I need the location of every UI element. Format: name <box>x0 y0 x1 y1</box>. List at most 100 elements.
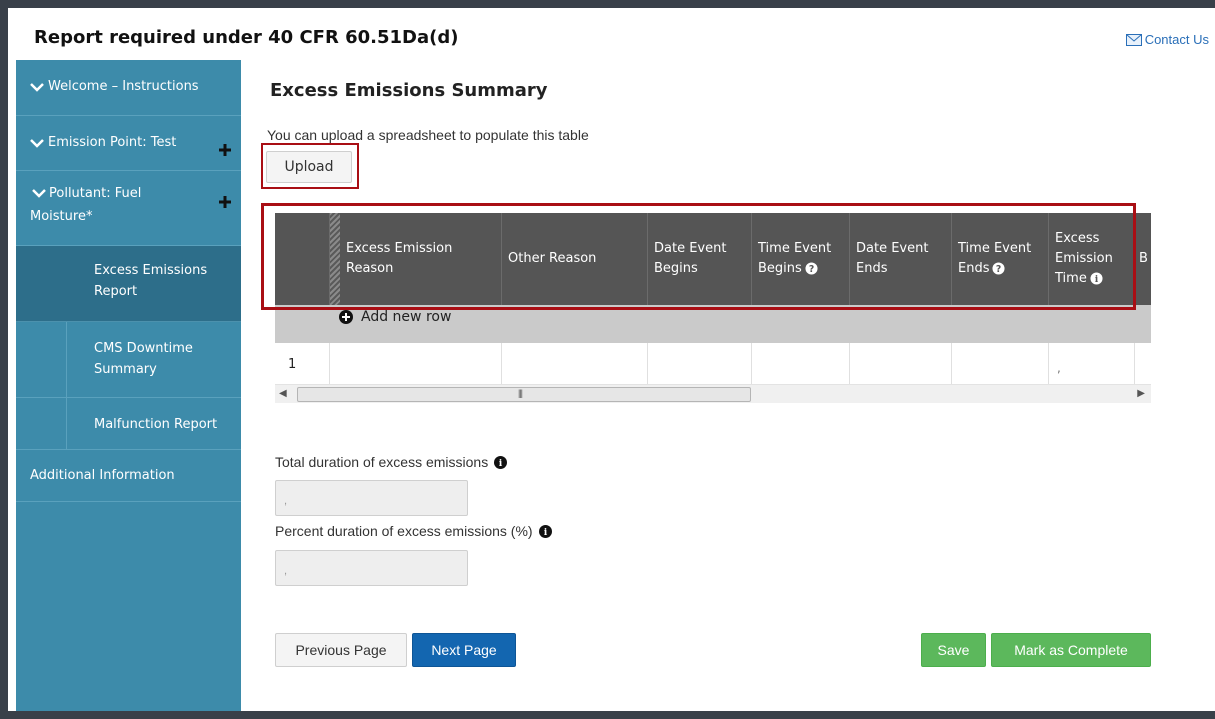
scrollbar-grip-icon: ||| <box>518 388 523 398</box>
contact-us-link[interactable]: Contact Us <box>1125 32 1209 47</box>
column-header-rownum <box>275 213 330 305</box>
header-text: Time Event <box>958 241 1032 256</box>
cell-time-event-begins[interactable] <box>752 343 850 384</box>
excess-emissions-table: Excess Emission Reason Other Reason Date … <box>275 213 1151 405</box>
total-duration-label: Total duration of excess emissions i <box>275 454 508 470</box>
header-text: Excess <box>1055 231 1100 246</box>
header-text: Reason <box>346 261 394 276</box>
header-text: B <box>1139 251 1148 266</box>
row-number-cell: 1 <box>275 343 330 384</box>
header-text: Emission <box>1055 251 1113 266</box>
header-text: Other Reason <box>508 251 597 266</box>
chevron-down-icon <box>30 138 44 148</box>
sidebar-item-label-line2: Moisture* <box>30 209 93 224</box>
sidebar-item-emission-point[interactable]: Emission Point: Test <box>16 116 241 171</box>
sidebar-item-pollutant[interactable]: Pollutant: Fuel Moisture* <box>16 171 241 246</box>
percent-duration-label-text: Percent duration of excess emissions (%) <box>275 523 533 539</box>
add-icon[interactable] <box>219 196 231 208</box>
sidebar-item-excess-emissions-report[interactable]: Excess Emissions Report <box>16 246 241 322</box>
header-text: Date Event <box>856 241 929 256</box>
sidebar-item-label: Excess Emissions <box>94 263 208 278</box>
column-resize-handle[interactable] <box>330 213 340 305</box>
info-icon[interactable]: i <box>538 524 552 538</box>
report-window: Report required under 40 CFR 60.51Da(d) … <box>8 8 1215 711</box>
info-icon[interactable]: i <box>1090 272 1103 285</box>
upload-button[interactable]: Upload <box>266 151 352 183</box>
help-icon[interactable]: ? <box>992 262 1006 275</box>
info-icon[interactable]: i <box>494 455 508 469</box>
cell-excess-emission-reason[interactable] <box>330 343 502 384</box>
sidebar-item-label-line2: Report <box>94 284 138 299</box>
row-number: 1 <box>288 357 297 372</box>
header-text: Time <box>1055 271 1087 286</box>
table-header: Excess Emission Reason Other Reason Date … <box>275 213 1151 305</box>
total-duration-field[interactable]: , <box>275 480 468 516</box>
chevron-down-icon <box>30 82 44 92</box>
column-header-time-event-ends[interactable]: Time Event Ends? <box>952 213 1049 305</box>
add-row-bar: Add new row <box>275 305 1151 343</box>
plus-circle-icon <box>339 310 353 324</box>
percent-duration-field[interactable]: , <box>275 550 468 586</box>
sidebar-item-welcome[interactable]: Welcome – Instructions <box>16 60 241 116</box>
svg-text:i: i <box>543 527 547 538</box>
sidebar-item-label: Welcome – Instructions <box>48 79 199 94</box>
cell-time-event-ends[interactable] <box>952 343 1049 384</box>
sidebar-item-label: Pollutant: Fuel <box>49 186 142 201</box>
column-header-date-event-ends[interactable]: Date Event Ends <box>850 213 952 305</box>
header-text: Ends <box>958 261 990 276</box>
column-header-time-event-begins[interactable]: Time Event Begins? <box>752 213 850 305</box>
sidebar: Welcome – Instructions Emission Point: T… <box>16 60 241 711</box>
cell-date-event-begins[interactable] <box>648 343 752 384</box>
chevron-down-icon <box>32 189 46 198</box>
header-text: Begins <box>654 261 698 276</box>
cell-other-reason[interactable] <box>502 343 648 384</box>
svg-text:i: i <box>499 458 503 469</box>
column-header-truncated[interactable]: B <box>1135 213 1151 305</box>
cell-truncated[interactable] <box>1135 343 1151 384</box>
help-icon[interactable]: ? <box>805 262 818 275</box>
svg-text:?: ? <box>996 264 1001 275</box>
column-header-excess-emission-time[interactable]: Excess Emission Time i <box>1049 213 1135 305</box>
mail-icon <box>1125 33 1142 46</box>
contact-us-label: Contact Us <box>1144 32 1209 47</box>
header-text: Begins <box>758 261 802 276</box>
sidebar-item-label: CMS Downtime <box>94 341 193 356</box>
upload-highlight: Upload <box>261 143 359 189</box>
add-new-row-label: Add new row <box>361 309 452 325</box>
horizontal-scrollbar[interactable]: ◀ ||| ▶ <box>275 384 1151 403</box>
header-text: Date Event <box>654 241 727 256</box>
scroll-right-arrow-icon[interactable]: ▶ <box>1137 388 1145 399</box>
sidebar-item-label-line2: Summary <box>94 362 157 377</box>
previous-page-button[interactable]: Previous Page <box>275 633 407 667</box>
sidebar-item-label: Malfunction Report <box>94 417 218 432</box>
svg-text:?: ? <box>809 264 814 275</box>
sidebar-item-additional-information[interactable]: Additional Information <box>16 450 241 502</box>
scroll-left-arrow-icon[interactable]: ◀ <box>279 388 287 399</box>
scrollbar-thumb[interactable]: ||| <box>297 387 751 402</box>
column-header-date-event-begins[interactable]: Date Event Begins <box>648 213 752 305</box>
header-text: Time Event <box>758 241 832 256</box>
add-icon[interactable] <box>219 144 231 156</box>
sidebar-item-malfunction-report[interactable]: Malfunction Report <box>16 398 241 450</box>
add-new-row-button[interactable]: Add new row <box>339 309 451 325</box>
save-button[interactable]: Save <box>921 633 986 667</box>
mark-as-complete-button[interactable]: Mark as Complete <box>991 633 1151 667</box>
sidebar-item-cms-downtime[interactable]: CMS Downtime Summary <box>16 322 241 398</box>
sidebar-item-label: Additional Information <box>30 468 175 483</box>
svg-text:i: i <box>1095 274 1099 285</box>
next-page-button[interactable]: Next Page <box>412 633 516 667</box>
table-row: 1 , <box>275 343 1151 384</box>
column-header-other-reason[interactable]: Other Reason <box>502 213 648 305</box>
header-text: Excess Emission <box>346 241 453 256</box>
sidebar-item-label: Emission Point: Test <box>48 135 177 150</box>
report-title: Report required under 40 CFR 60.51Da(d) <box>34 27 459 48</box>
upload-instructions: You can upload a spreadsheet to populate… <box>267 127 589 143</box>
header-text: Ends <box>856 261 888 276</box>
cell-date-event-ends[interactable] <box>850 343 952 384</box>
percent-duration-label: Percent duration of excess emissions (%)… <box>275 523 552 539</box>
column-header-excess-emission-reason[interactable]: Excess Emission Reason <box>340 213 502 305</box>
cell-excess-emission-time[interactable]: , <box>1049 343 1135 384</box>
total-duration-label-text: Total duration of excess emissions <box>275 454 489 470</box>
cell-value: , <box>1057 361 1061 375</box>
header: Report required under 40 CFR 60.51Da(d) … <box>8 8 1215 60</box>
